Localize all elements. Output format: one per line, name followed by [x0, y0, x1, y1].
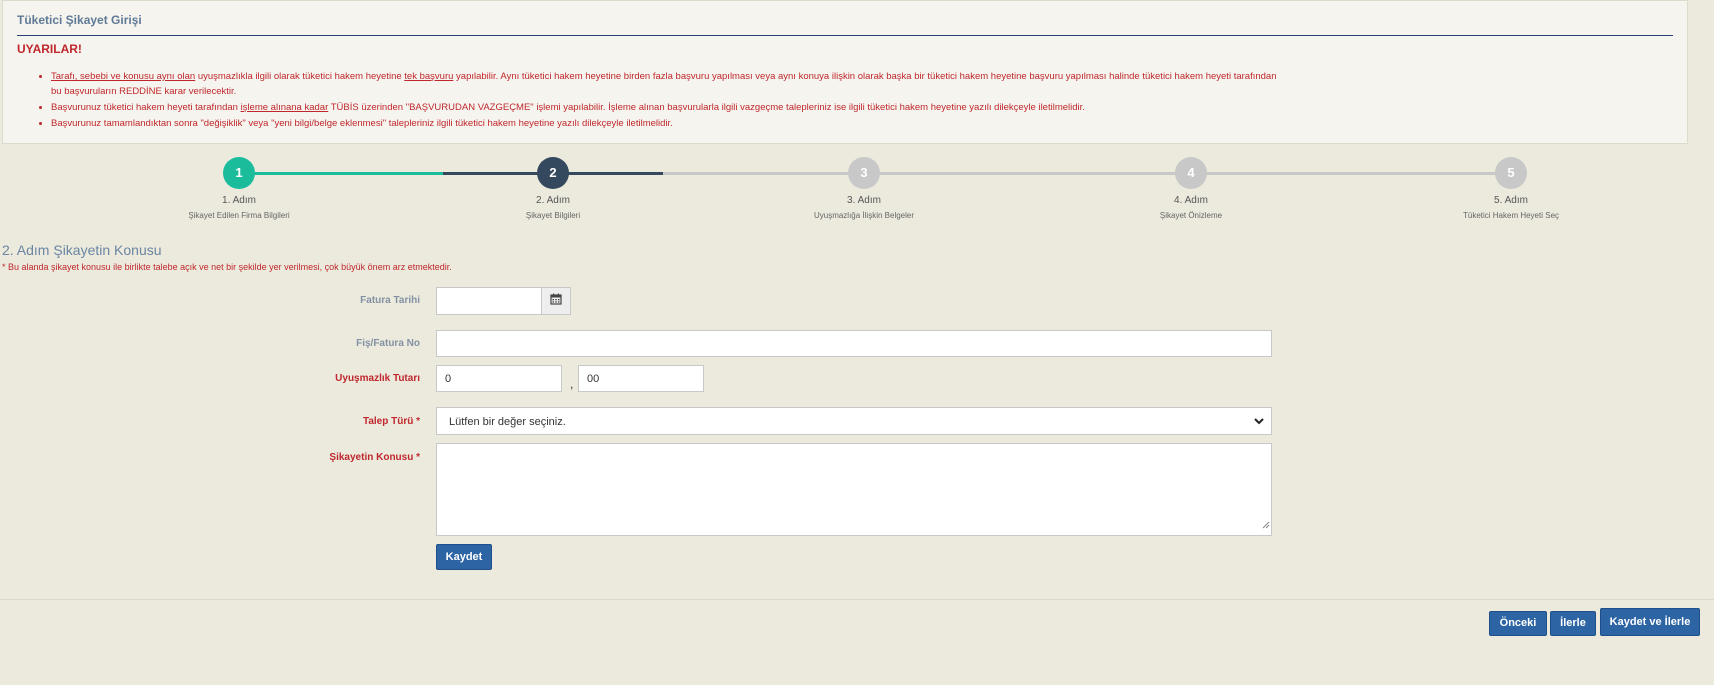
chevron-down-icon — [1253, 414, 1265, 431]
decimal-separator: , — [570, 377, 574, 391]
receipt-no-label: Fiş/Fatura No — [356, 338, 420, 349]
calendar-button[interactable] — [541, 287, 571, 315]
request-type-select[interactable]: Lütfen bir değer seçiniz. — [436, 407, 1272, 435]
step-track-pending — [663, 172, 1511, 175]
step-4-circle[interactable]: 4 — [1175, 157, 1207, 189]
warning-text: işleme alınana kadar — [240, 102, 329, 113]
step-3-circle[interactable]: 3 — [848, 157, 880, 189]
step-track-done — [239, 172, 443, 175]
request-type-label: Talep Türü * — [362, 416, 420, 427]
warning-panel: Tüketici Şikayet Girişi UYARILAR! Tarafı… — [2, 0, 1688, 144]
calendar-icon — [550, 292, 562, 310]
step-4-subtitle: Şikayet Önizleme — [1159, 211, 1223, 220]
step-5-circle[interactable]: 5 — [1495, 157, 1527, 189]
step-1-title: 1. Adım — [222, 195, 256, 206]
step-3-title: 3. Adım — [847, 195, 881, 206]
receipt-no-input[interactable] — [436, 330, 1272, 357]
warning-text: tek başvuru — [404, 71, 454, 82]
step-progress: 1 1. Adım Şikayet Edilen Firma Bilgileri… — [0, 156, 1714, 236]
amount-whole-input[interactable] — [436, 365, 562, 392]
step-2-circle[interactable]: 2 — [537, 157, 569, 189]
step-3-subtitle: Uyuşmazlığa İlişkin Belgeler — [813, 211, 915, 220]
invoice-date-input[interactable] — [436, 287, 542, 315]
step-1-circle[interactable]: 1 — [223, 157, 255, 189]
panel-title: Tüketici Şikayet Girişi — [17, 13, 142, 27]
complaint-subject-label: Şikayetin Konusu * — [329, 452, 420, 463]
step-5-title: 5. Adım — [1494, 195, 1528, 206]
save-button[interactable]: Kaydet — [436, 544, 492, 570]
footer-divider — [0, 599, 1714, 600]
next-button[interactable]: İlerle — [1550, 611, 1596, 636]
panel-divider — [17, 35, 1673, 36]
step-2-title: 2. Adım — [536, 195, 570, 206]
step-4-title: 4. Adım — [1174, 195, 1208, 206]
step-1-subtitle: Şikayet Edilen Firma Bilgileri — [188, 211, 290, 220]
warning-text: bu başvuruların REDDİNE karar verilecekt… — [51, 86, 237, 97]
save-and-next-button[interactable]: Kaydet ve İlerle — [1600, 608, 1700, 636]
warning-text: Tarafı, sebebi ve konusu aynı olan — [51, 71, 196, 82]
warning-list: Tarafı, sebebi ve konusu aynı olan uyuşm… — [17, 69, 1451, 131]
complaint-subject-textarea[interactable] — [436, 443, 1272, 536]
warning-item: Tarafı, sebebi ve konusu aynı olan uyuşm… — [51, 69, 1451, 99]
amount-fraction-input[interactable] — [578, 365, 704, 392]
amount-label: Uyuşmazlık Tutarı — [335, 373, 420, 384]
step-5-subtitle: Tüketici Hakem Heyeti Seç — [1462, 211, 1560, 220]
warning-text: yapılabilir. Aynı tüketici hakem heyetin… — [453, 71, 1277, 82]
warning-item: Başvurunuz tamamlandıktan sonra "değişik… — [51, 116, 1451, 131]
invoice-date-label: Fatura Tarihi — [360, 295, 420, 306]
resize-handle-icon[interactable] — [1262, 516, 1270, 534]
warning-item: Başvurunuz tüketici hakem heyeti tarafın… — [51, 100, 1451, 115]
warning-text: uyuşmazlıkla ilgili olarak tüketici hake… — [195, 71, 405, 82]
previous-button[interactable]: Önceki — [1489, 611, 1547, 636]
request-type-selected: Lütfen bir değer seçiniz. — [449, 416, 566, 428]
warning-text: Başvurunuz tamamlandıktan sonra "değişik… — [51, 118, 673, 129]
warning-heading: UYARILAR! — [17, 42, 82, 56]
warning-text: TÜBİS üzerinden "BAŞVURUDAN VAZGEÇME" iş… — [328, 102, 1085, 113]
warning-text: Başvurunuz tüketici hakem heyeti tarafın… — [51, 102, 241, 113]
section-note: * Bu alanda şikayet konusu ile birlikte … — [2, 262, 452, 272]
step-2-subtitle: Şikayet Bilgileri — [525, 211, 581, 220]
section-title: 2. Adım Şikayetin Konusu — [2, 242, 162, 258]
